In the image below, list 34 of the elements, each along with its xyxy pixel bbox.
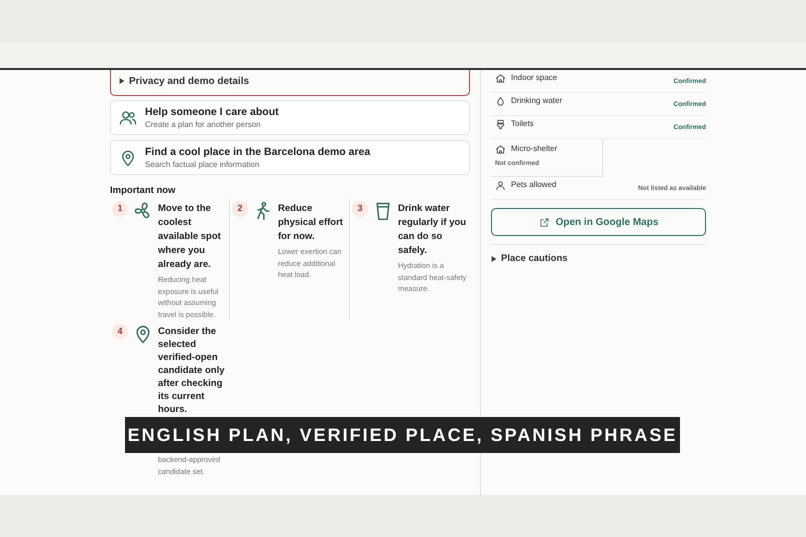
privacy-toggle[interactable]: Privacy and demo details bbox=[119, 75, 250, 87]
action-card[interactable]: Help someone I care about Create a plan for another person bbox=[110, 100, 470, 135]
step-number: 1 bbox=[112, 201, 128, 217]
toilet-icon bbox=[495, 118, 506, 130]
amenity-label: Indoor space bbox=[511, 72, 558, 84]
amenity-label: Drinking water bbox=[511, 95, 562, 107]
step-heading: Drink water regularly if you can do so safely. bbox=[398, 202, 468, 258]
step-heading: Consider the selected verified-open candidate only after checking its current hours. bbox=[158, 325, 226, 416]
house-icon bbox=[495, 72, 506, 84]
caption-banner: ENGLISH PLAN, VERIFIED PLACE, SPANISH PHRASE bbox=[125, 417, 680, 453]
amenity-label: Micro-shelter bbox=[511, 143, 558, 155]
drop-icon bbox=[495, 96, 506, 106]
open-maps-button[interactable]: Open in Google Maps bbox=[491, 208, 706, 236]
cautions-toggle[interactable]: Place cautions bbox=[491, 253, 706, 265]
person-icon bbox=[495, 180, 506, 190]
step-heading: Reduce physical effort for now. bbox=[278, 202, 344, 244]
action-card[interactable]: Find a cool place in the Barcelona demo area Search factual place information bbox=[110, 140, 470, 175]
action-subtitle: Create a plan for another person bbox=[145, 118, 262, 130]
people-icon bbox=[119, 108, 137, 126]
external-link-icon bbox=[538, 216, 550, 228]
section-title: Important now bbox=[110, 185, 176, 197]
step-number: 3 bbox=[352, 201, 368, 217]
amenity-label: Pets allowed bbox=[511, 179, 556, 191]
action-title: Find a cool place in the Barcelona demo area bbox=[145, 146, 370, 158]
caret-icon bbox=[491, 256, 497, 262]
caret-icon bbox=[119, 78, 125, 84]
step-number: 4 bbox=[112, 324, 128, 340]
amenity-label: Toilets bbox=[511, 118, 534, 130]
location-pin-icon bbox=[119, 148, 137, 166]
house-icon bbox=[495, 144, 506, 154]
step-number: 2 bbox=[232, 201, 248, 217]
action-title: Help someone I care about bbox=[145, 106, 279, 118]
step-heading: Move to the coolest available spot where you already are. bbox=[158, 202, 222, 272]
action-subtitle: Search factual place information bbox=[145, 158, 260, 170]
